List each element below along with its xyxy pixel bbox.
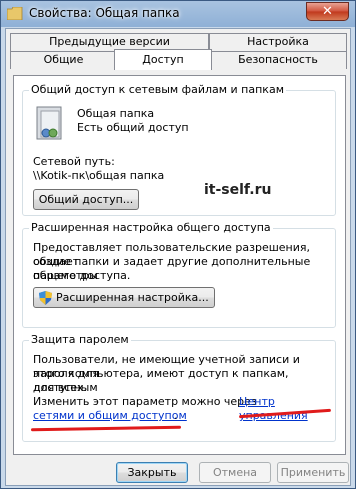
advanced-sharing-button-label: Расширенная настройка... <box>56 291 209 304</box>
uac-shield-icon <box>39 291 52 305</box>
tab-security[interactable]: Безопасность <box>209 51 347 69</box>
dialog-client-area: Предыдущие версии Настройка Общие Доступ… <box>5 28 351 486</box>
shared-folder-icon <box>36 106 62 140</box>
sharing-tab-panel: Общий доступ к сетевым файлам и папкам О… <box>13 75 346 455</box>
close-window-button[interactable]: ✕ <box>306 2 349 21</box>
watermark-text: it-self.ru <box>204 182 272 198</box>
network-sharing-group: Общий доступ к сетевым файлам и папкам О… <box>22 83 336 216</box>
advanced-sharing-button[interactable]: Расширенная настройка... <box>33 287 215 308</box>
advanced-sharing-group-title: Расширенная настройка общего доступа <box>29 221 273 234</box>
network-path-label: Сетевой путь: <box>33 155 115 168</box>
folder-icon <box>7 7 23 20</box>
red-annotation-underline-left <box>30 425 182 432</box>
network-center-link-part-2[interactable]: сетями и общим доступом <box>33 409 187 423</box>
advanced-sharing-description-3: общего доступа. <box>33 269 131 282</box>
network-path-value: \\Kotik-пк\общая папка <box>33 169 165 182</box>
tab-general[interactable]: Общие <box>10 51 117 69</box>
password-protection-line-3: для всех. <box>33 381 88 394</box>
cancel-button[interactable]: Отмена <box>199 462 271 483</box>
apply-button[interactable]: Применить <box>277 462 349 483</box>
window-title: Свойства: Общая папка <box>29 6 180 20</box>
share-button[interactable]: Общий доступ... <box>33 189 139 210</box>
password-protection-group: Защита паролем Пользователи, не имеющие … <box>22 333 336 442</box>
folder-share-status: Есть общий доступ <box>77 121 189 134</box>
advanced-sharing-group: Расширенная настройка общего доступа Пре… <box>22 221 336 328</box>
tab-sharing[interactable]: Доступ <box>114 49 212 70</box>
tab-customize[interactable]: Настройка <box>209 33 347 51</box>
password-protection-line-4: Изменить этот параметр можно через <box>33 395 257 408</box>
close-button[interactable]: Закрыть <box>116 462 188 483</box>
link-trailing-period: . <box>174 409 178 422</box>
folder-name: Общая папка <box>77 107 155 120</box>
password-protection-group-title: Защита паролем <box>29 333 131 346</box>
title-bar[interactable]: Свойства: Общая папка ✕ <box>1 1 355 27</box>
properties-window: Свойства: Общая папка ✕ Предыдущие верси… <box>0 0 356 489</box>
network-sharing-group-title: Общий доступ к сетевым файлам и папкам <box>29 83 286 96</box>
